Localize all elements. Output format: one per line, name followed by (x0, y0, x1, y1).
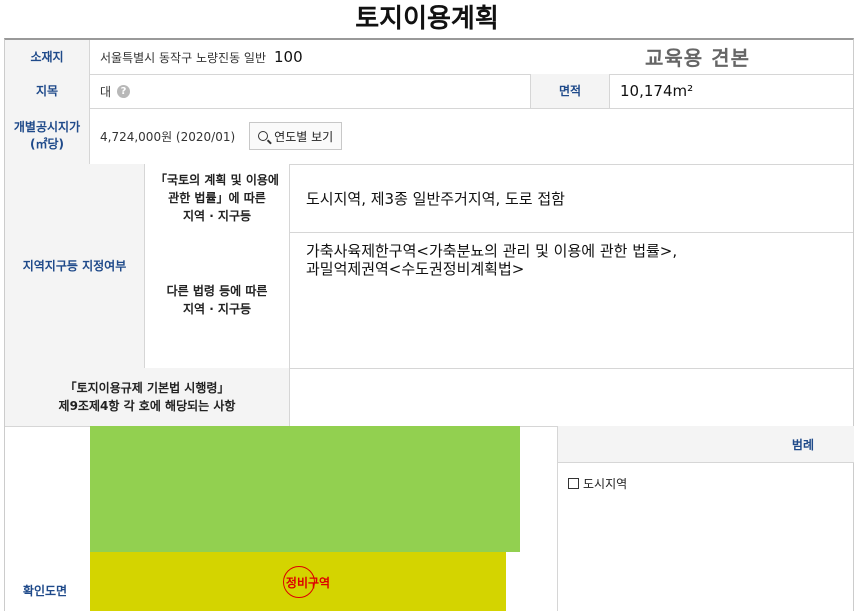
zoning-national-label: 「국토의 계획 및 이용에 관한 법률」에 따른 지역 · 지구등 (145, 164, 290, 232)
jimok-text: 대 (100, 84, 112, 99)
jimok-value: 대 ? (90, 74, 530, 108)
zoning-label: 지역지구등 지정여부 (5, 164, 145, 368)
address-value: 서울특별시 동작구 노량진동 일반 100 (90, 40, 590, 74)
regulation-line1: 「토지이용규제 기본법 시행령」 (64, 381, 230, 395)
sample-watermark: 교육용 견본 (645, 46, 750, 70)
map-marker-text: 정비구역 (285, 576, 331, 590)
address-text: 서울특별시 동작구 노량진동 일반 (100, 50, 267, 65)
regulation-value (290, 368, 853, 426)
land-use-plan-sheet: 소재지 서울특별시 동작구 노량진동 일반 100 교육용 견본 지목 대 ? … (4, 38, 854, 611)
legend-swatch-icon (568, 478, 579, 489)
search-icon (258, 131, 269, 141)
price-label-line1: 개별공시지가 (13, 120, 81, 134)
zoning-other-value: 가축사육제한구역<가축분뇨의 관리 및 이용에 관한 법률>, 과밀억제권역<수… (290, 232, 853, 368)
zoning-other-line1: 다른 법령 등에 따른 (166, 284, 268, 298)
zoning-other-value-line2: 과밀억제권역<수도권정비계획법> (306, 260, 525, 278)
zoning-national-line3: 지역 · 지구등 (182, 209, 252, 223)
zoning-other-line2: 지역 · 지구등 (182, 302, 252, 316)
regulation-label: 「토지이용규제 기본법 시행령」 제9조제4항 각 호에 해당되는 사항 (5, 368, 290, 426)
zoning-national-value: 도시지역, 제3종 일반주거지역, 도로 접함 (306, 189, 565, 208)
zoning-other-value-line1: 가축사육제한구역<가축분뇨의 관리 및 이용에 관한 법률>, (306, 242, 678, 260)
page-title: 토지이용계획 (355, 4, 499, 34)
view-by-year-label: 연도별 보기 (274, 129, 334, 144)
legend-item-label: 도시지역 (583, 477, 628, 491)
zoning-other-label: 다른 법령 등에 따른 지역 · 지구등 (145, 232, 290, 368)
map-label: 확인도면 (22, 584, 68, 598)
area-label: 면적 (530, 74, 610, 108)
legend-title: 범례 (558, 426, 854, 463)
zoning-national-line2: 관한 법률」에 따른 (168, 191, 266, 205)
area-value: 10,174m² (620, 82, 694, 100)
price-text: 4,724,000원 (2020/01) (100, 129, 236, 144)
regulation-line2: 제9조제4항 각 호에 해당되는 사항 (58, 399, 236, 413)
zoning-block: 지역지구등 지정여부 「국토의 계획 및 이용에 관한 법률」에 따른 지역 ·… (5, 164, 853, 369)
map-green-area (90, 426, 520, 552)
price-row: 개별공시지가 (㎡당) 4,724,000원 (2020/01) 연도별 보기 (5, 108, 853, 165)
address-row: 소재지 서울특별시 동작구 노량진동 일반 100 교육용 견본 (5, 40, 853, 75)
address-number: 100 (274, 48, 303, 66)
regulation-row: 「토지이용규제 기본법 시행령」 제9조제4항 각 호에 해당되는 사항 (5, 368, 853, 427)
legend-panel: 범례 도시지역 (557, 426, 854, 611)
price-value: 4,724,000원 (2020/01) 연도별 보기 (90, 108, 853, 164)
zoning-national-line1: 「국토의 계획 및 이용에 (155, 173, 279, 187)
address-label: 소재지 (5, 40, 90, 74)
jimok-label: 지목 (5, 74, 90, 108)
price-label: 개별공시지가 (㎡당) (5, 108, 90, 164)
price-label-line2: (㎡당) (29, 137, 64, 151)
help-icon[interactable]: ? (117, 84, 131, 98)
zoning-national-row: 「국토의 계획 및 이용에 관한 법률」에 따른 지역 · 지구등 도시지역, … (145, 164, 853, 233)
view-by-year-button[interactable]: 연도별 보기 (249, 122, 343, 150)
zoning-other-row: 다른 법령 등에 따른 지역 · 지구등 가축사육제한구역<가축분뇨의 관리 및… (145, 232, 853, 368)
jimok-row: 지목 대 ? 면적 10,174m² (5, 74, 853, 109)
legend-item-urban: 도시지역 (568, 475, 854, 492)
